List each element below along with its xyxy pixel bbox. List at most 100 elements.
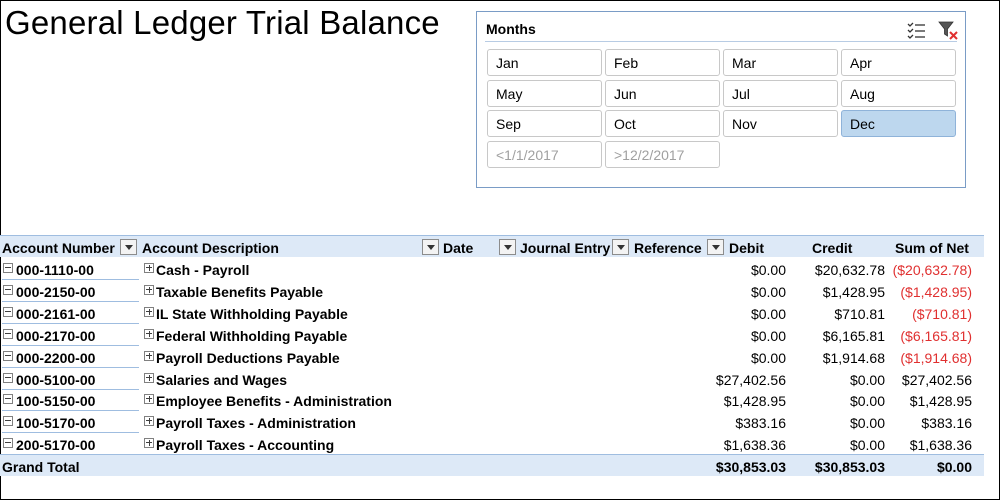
collapse-icon[interactable] <box>3 373 13 383</box>
debit-value: $383.16 <box>735 415 786 431</box>
collapse-icon[interactable] <box>3 329 13 339</box>
slicer-item[interactable]: Apr <box>841 49 956 76</box>
table-row: 000-2150-00 Taxable Benefits Payable $0.00… <box>0 280 984 302</box>
grand-total-net: $0.00 <box>936 459 972 475</box>
collapse-icon[interactable] <box>3 307 13 317</box>
header-journal-entry: Journal Entry <box>520 240 611 256</box>
slicer-item[interactable]: Dec <box>841 110 956 137</box>
account-description: Federal Withholding Payable <box>156 328 348 344</box>
slicer-item[interactable]: Sep <box>487 110 602 137</box>
journal-entry-filter-dropdown[interactable] <box>612 239 629 255</box>
credit-value: $0.00 <box>849 372 885 388</box>
account-description: IL State Withholding Payable <box>156 306 348 322</box>
slicer-item[interactable]: Jan <box>487 49 602 76</box>
account-description: Payroll Taxes - Administration <box>156 415 356 431</box>
header-account-description: Account Description <box>142 240 279 256</box>
slicer-item[interactable]: Mar <box>723 49 838 76</box>
slicer-item[interactable]: Aug <box>841 80 956 107</box>
debit-value: $0.00 <box>750 284 786 300</box>
account-number: 100-5170-00 <box>16 415 96 431</box>
account-number-cell: 000-1110-00 <box>2 258 139 280</box>
multi-select-icon[interactable] <box>905 19 927 41</box>
expand-icon[interactable] <box>144 373 154 383</box>
table-row: 000-2161-00 IL State Withholding Payable $… <box>0 302 984 324</box>
net-value: ($1,914.68) <box>900 350 972 366</box>
account-number-cell: 000-2170-00 <box>2 324 139 346</box>
page-title: General Ledger Trial Balance <box>5 4 440 41</box>
account-description: Taxable Benefits Payable <box>156 284 324 300</box>
slicer-header: Months <box>485 18 959 42</box>
account-number: 000-2200-00 <box>16 350 96 366</box>
slicer-item[interactable]: Nov <box>723 110 838 137</box>
account-number: 200-5170-00 <box>16 437 96 453</box>
account-number: 000-1110-00 <box>16 262 94 278</box>
account-description: Payroll Deductions Payable <box>156 350 340 366</box>
slicer-item[interactable]: Jun <box>605 80 720 107</box>
expand-icon[interactable] <box>144 307 154 317</box>
net-value: $1,428.95 <box>909 393 972 409</box>
clear-filter-icon[interactable] <box>937 19 959 41</box>
credit-value: $6,165.81 <box>822 328 885 344</box>
table-row: 000-5100-00 Salaries and Wages $27,402.56 $… <box>0 368 984 390</box>
slicer-item[interactable]: May <box>487 80 602 107</box>
expand-icon[interactable] <box>144 329 154 339</box>
collapse-icon[interactable] <box>3 416 13 426</box>
header-account-number: Account Number <box>2 240 115 256</box>
credit-value: $0.00 <box>849 415 885 431</box>
account-number-cell: 100-5150-00 <box>2 389 139 411</box>
credit-value: $0.00 <box>849 393 885 409</box>
table-row: 100-5150-00 Employee Benefits - Administr… <box>0 389 984 411</box>
header-reference: Reference <box>634 240 702 256</box>
slicer-item[interactable]: <1/1/2017 <box>487 141 602 168</box>
header-debit: Debit <box>729 240 764 256</box>
header-sum-of-net: Sum of Net <box>895 240 969 256</box>
collapse-icon[interactable] <box>3 285 13 295</box>
slicer-item[interactable]: Oct <box>605 110 720 137</box>
debit-value: $0.00 <box>750 350 786 366</box>
account-number-cell: 000-5100-00 <box>2 368 139 390</box>
account-number-filter-dropdown[interactable] <box>120 239 137 255</box>
table-row: 100-5170-00 Payroll Taxes - Administratio… <box>0 411 984 433</box>
account-description-filter-dropdown[interactable] <box>422 239 439 255</box>
collapse-icon[interactable] <box>3 263 13 273</box>
expand-icon[interactable] <box>144 285 154 295</box>
collapse-icon[interactable] <box>3 394 13 404</box>
reference-filter-dropdown[interactable] <box>707 239 724 255</box>
slicer-item[interactable]: Jul <box>723 80 838 107</box>
debit-value: $1,428.95 <box>723 393 786 409</box>
date-filter-dropdown[interactable] <box>499 239 516 255</box>
account-description: Salaries and Wages <box>156 372 287 388</box>
net-value: ($1,428.95) <box>900 284 972 300</box>
net-value: ($6,165.81) <box>900 328 972 344</box>
table-row: 200-5170-00 Payroll Taxes - Accounting $1,… <box>0 433 984 455</box>
account-number: 000-5100-00 <box>16 372 96 388</box>
account-number-cell: 100-5170-00 <box>2 411 139 433</box>
grand-total-debit: $30,853.03 <box>715 459 786 475</box>
table-row: 000-1110-00 Cash - Payroll $0.00 $20,632.78… <box>0 258 984 280</box>
slicer-item[interactable]: >12/2/2017 <box>605 141 720 168</box>
header-credit: Credit <box>812 240 853 256</box>
slicer-title: Months <box>486 21 536 37</box>
credit-value: $1,914.68 <box>822 350 885 366</box>
grand-total-label: Grand Total <box>2 459 80 475</box>
table-row: 000-2170-00 Federal Withholding Payable $0… <box>0 324 984 346</box>
net-value: $383.16 <box>921 415 972 431</box>
expand-icon[interactable] <box>144 351 154 361</box>
credit-value: $710.81 <box>834 306 885 322</box>
collapse-icon[interactable] <box>3 351 13 361</box>
expand-icon[interactable] <box>144 394 154 404</box>
account-number-cell: 000-2150-00 <box>2 280 139 302</box>
expand-icon[interactable] <box>144 438 154 448</box>
credit-value: $0.00 <box>849 437 885 453</box>
expand-icon[interactable] <box>144 416 154 426</box>
credit-value: $1,428.95 <box>822 284 885 300</box>
expand-icon[interactable] <box>144 263 154 273</box>
collapse-icon[interactable] <box>3 438 13 448</box>
account-number: 000-2150-00 <box>16 284 96 300</box>
table-row: 000-2200-00 Payroll Deductions Payable $0.… <box>0 346 984 368</box>
slicer-item[interactable]: Feb <box>605 49 720 76</box>
debit-value: $1,638.36 <box>723 437 786 453</box>
account-number-cell: 000-2200-00 <box>2 346 139 368</box>
debit-value: $0.00 <box>750 262 786 278</box>
net-value: $1,638.36 <box>909 437 972 453</box>
